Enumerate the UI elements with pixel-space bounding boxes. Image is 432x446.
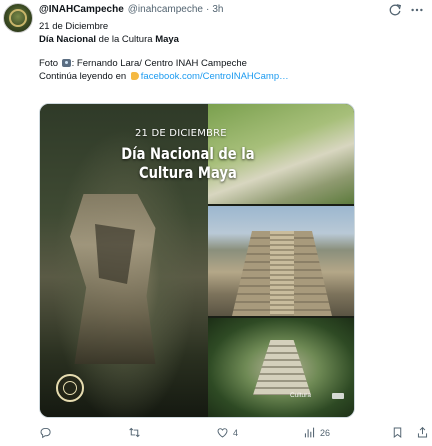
cultura-logo: Cultura [290, 392, 311, 399]
like-count: 4 [233, 427, 239, 438]
image-title-line2: Cultura Maya [138, 163, 237, 182]
user-handle[interactable]: @inahcampeche [128, 4, 203, 15]
tweet-text: 21 de Diciembre Día Nacional de la Cultu… [39, 21, 419, 83]
text-bold-maya: Maya [155, 33, 179, 45]
like-button[interactable]: 4 [216, 426, 238, 439]
views-count: 26 [320, 427, 331, 438]
heart-icon [217, 428, 228, 438]
text-photo-prefix: Foto [39, 58, 61, 69]
grok-icon[interactable] [388, 3, 402, 17]
retweet-button[interactable] [128, 426, 145, 439]
bookmark-icon [393, 427, 402, 438]
retweet-icon [129, 427, 140, 438]
text-line-continue: Continúa leyendo en facebook.com/CentroI… [39, 71, 419, 84]
text-photo-credit: : Fernando Lara/ Centro INAH Campeche [71, 58, 247, 69]
tweet-image[interactable]: 21 DE DICIEMBRE Día Nacional de la Cultu… [39, 103, 355, 418]
facebook-link[interactable]: facebook.com/CentroINAHCamp… [141, 71, 289, 82]
separator-dot: · [205, 4, 210, 15]
timestamp[interactable]: 3h [212, 4, 223, 15]
avatar-emblem [9, 9, 27, 27]
image-title: Día Nacional de la Cultura Maya [110, 144, 266, 182]
reply-icon [40, 427, 51, 439]
text-continue-prefix: Continúa leyendo en [39, 70, 129, 82]
camera-emoji-icon [61, 59, 71, 67]
text-line-title: Día Nacional de la Cultura Maya [39, 34, 419, 47]
temple-shape [253, 340, 311, 395]
pyramid-stairs [270, 231, 294, 316]
pointing-hand-emoji-icon [130, 71, 139, 80]
top-actions [388, 3, 424, 17]
share-icon [417, 426, 428, 438]
reply-button[interactable] [39, 426, 56, 439]
bookmark-button[interactable] [391, 426, 404, 439]
tweet-header: @INAHCampeche @inahcampeche · 3h [39, 4, 223, 15]
avatar[interactable] [3, 3, 33, 33]
inah-logo-icon [332, 393, 344, 399]
views-icon [304, 427, 315, 438]
tweet-actions: 4 26 [39, 426, 431, 442]
image-panel-middle-right [208, 206, 354, 316]
display-name[interactable]: @INAHCampeche [39, 4, 124, 15]
share-button[interactable] [416, 426, 429, 439]
more-icon[interactable] [410, 3, 424, 17]
views-button[interactable]: 26 [303, 426, 330, 439]
image-panel-bottom-right [208, 318, 354, 417]
text-mid: de la Cultura [96, 33, 156, 45]
text-line-date: 21 de Diciembre [39, 21, 109, 32]
text-gap [39, 46, 419, 58]
text-line-photo-credit: Foto : Fernando Lara/ Centro INAH Campec… [39, 58, 419, 71]
seal-logo-icon [56, 374, 84, 402]
image-title-line1: Día Nacional de la [121, 144, 255, 163]
image-date-text: 21 DE DICIEMBRE [135, 128, 227, 139]
tweet: @INAHCampeche @inahcampeche · 3h 21 de D… [0, 0, 432, 446]
text-bold-dia-nacional: Día Nacional [39, 33, 97, 45]
